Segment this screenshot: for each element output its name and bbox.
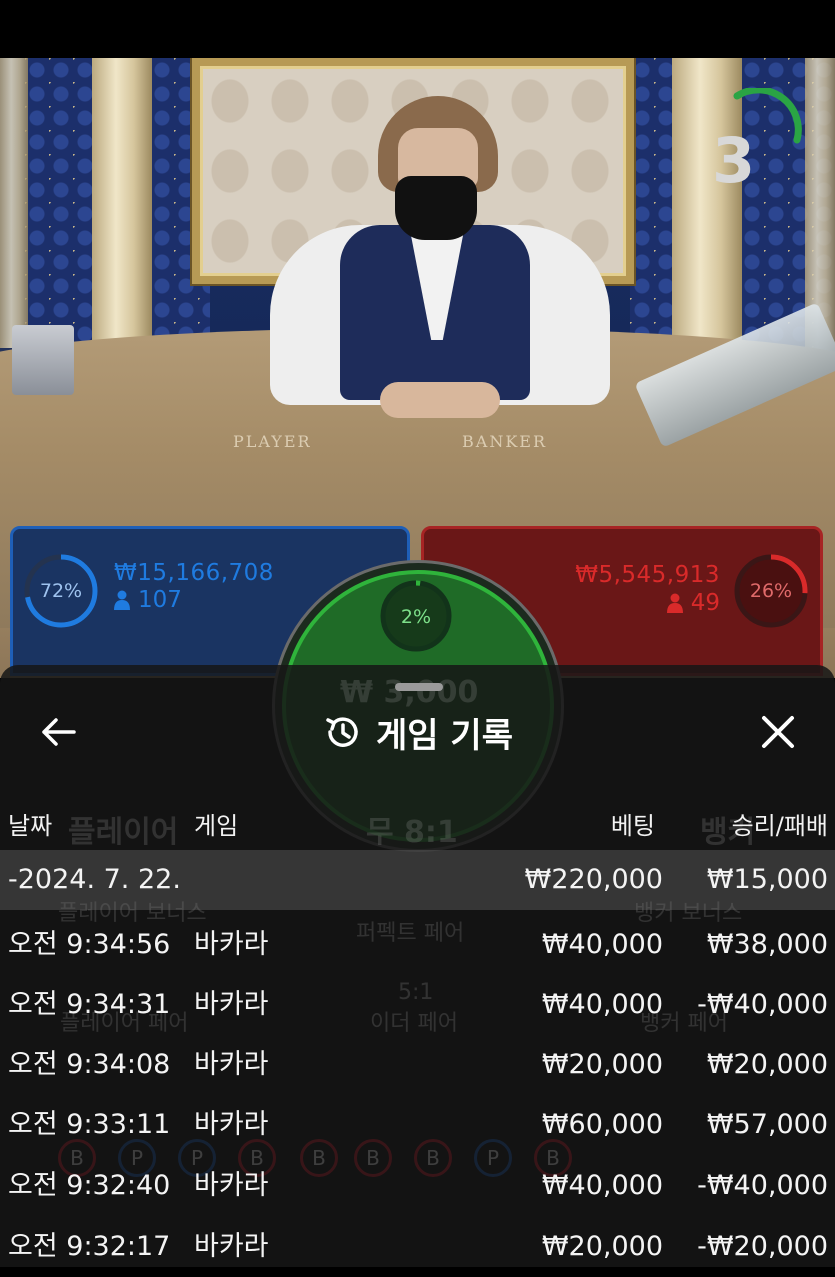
row-game: 바카라 — [194, 1170, 269, 1201]
row-time: 오전 9:32:17 — [8, 1231, 171, 1262]
table-label-banker: BANKER — [462, 432, 547, 451]
row-result: ₩38,000 — [706, 929, 828, 960]
tie-percent: 2% — [400, 606, 432, 628]
row-game: 바카라 — [194, 989, 269, 1020]
history-row[interactable]: 오전 9:34:31 바카라 ₩40,000 -₩40,000 — [0, 975, 835, 1035]
row-result: ₩57,000 — [706, 1109, 828, 1140]
dealer-mask — [395, 176, 477, 240]
row-result: -₩20,000 — [697, 1231, 828, 1262]
sheet-drag-handle[interactable] — [395, 683, 443, 691]
row-bet: ₩40,000 — [541, 1170, 663, 1201]
row-game: 바카라 — [194, 1109, 269, 1140]
pillar-edge-left — [0, 58, 28, 348]
history-row[interactable]: 오전 9:34:08 바카라 ₩20,000 ₩20,000 — [0, 1035, 835, 1095]
person-icon — [666, 593, 683, 613]
player-total-amount: ₩15,166,708 — [114, 560, 274, 586]
history-row[interactable]: 오전 9:33:11 바카라 ₩60,000 ₩57,000 — [0, 1095, 835, 1155]
row-time: 오전 9:34:56 — [8, 929, 171, 960]
player-bettors: 107 — [114, 587, 182, 613]
player-percent: 72% — [39, 580, 83, 602]
row-bet: ₩20,000 — [541, 1231, 663, 1262]
banker-percent: 26% — [749, 580, 793, 602]
history-row[interactable]: 오전 9:32:17 바카라 ₩20,000 -₩20,000 — [0, 1217, 835, 1277]
top-bar — [0, 0, 835, 58]
banker-total-amount: ₩5,545,913 — [575, 562, 720, 588]
sheet-header: 게임 기록 — [0, 708, 835, 756]
column-header-date: 날짜 — [8, 812, 53, 840]
history-row[interactable]: 오전 9:34:56 바카라 ₩40,000 ₩38,000 — [0, 915, 835, 975]
sheet-title: 게임 기록 — [376, 715, 513, 756]
table-label-player: PLAYER — [233, 432, 312, 451]
row-time: 오전 9:34:08 — [8, 1049, 171, 1080]
date-group-bet-total: ₩220,000 — [524, 864, 663, 895]
dealer-hands — [380, 382, 500, 418]
row-game: 바카라 — [194, 1049, 269, 1080]
row-time: 오전 9:33:11 — [8, 1109, 171, 1140]
row-bet: ₩40,000 — [541, 989, 663, 1020]
date-group-result-total: ₩15,000 — [706, 864, 828, 895]
player-bettors-count: 107 — [138, 587, 182, 613]
row-bet: ₩20,000 — [541, 1049, 663, 1080]
tufted-wall-left — [25, 58, 95, 358]
banker-bettors: 49 — [600, 590, 720, 616]
close-icon — [762, 716, 794, 748]
column-header-bet: 베팅 — [610, 812, 655, 840]
row-time: 오전 9:34:31 — [8, 989, 171, 1020]
column-header-win-loss: 승리/패배 — [731, 812, 828, 840]
close-button[interactable] — [756, 710, 800, 754]
row-game: 바카라 — [194, 929, 269, 960]
history-clock-icon — [326, 717, 358, 747]
row-time: 오전 9:32:40 — [8, 1170, 171, 1201]
row-result: ₩20,000 — [706, 1049, 828, 1080]
person-icon — [114, 590, 130, 610]
row-result: -₩40,000 — [697, 1170, 828, 1201]
row-bet: ₩60,000 — [541, 1109, 663, 1140]
card-discard-box — [12, 325, 74, 395]
column-header-game: 게임 — [194, 812, 239, 840]
row-result: -₩40,000 — [697, 989, 828, 1020]
row-game: 바카라 — [194, 1231, 269, 1262]
row-bet: ₩40,000 — [541, 929, 663, 960]
pillar-left — [92, 58, 152, 368]
bet-timer-value: 3 — [712, 124, 756, 197]
history-row[interactable]: 오전 9:32:40 바카라 ₩40,000 -₩40,000 — [0, 1156, 835, 1216]
date-group-date: -2024. 7. 22. — [8, 864, 181, 895]
banker-bettors-count: 49 — [690, 590, 720, 616]
date-group-row[interactable]: -2024. 7. 22. ₩220,000 ₩15,000 — [0, 850, 835, 910]
